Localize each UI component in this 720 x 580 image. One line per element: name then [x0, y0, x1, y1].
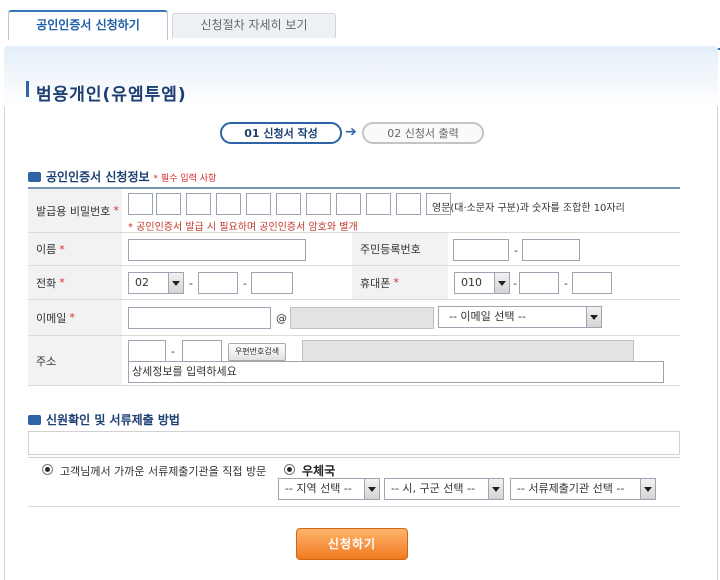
section-apply-info-heading: 공인인증서 신청정보 * 필수 입력 사항 — [28, 168, 216, 185]
chevron-down-icon — [488, 479, 503, 499]
email-id-input[interactable] — [128, 307, 271, 329]
step-write: 01 신청서 작성 — [220, 122, 342, 144]
required-note: * 필수 입력 사항 — [153, 174, 217, 184]
address-detail-input[interactable]: 상세정보를 입력하세요 — [128, 361, 664, 383]
email-domain-input[interactable] — [290, 307, 434, 329]
row-address: 주소 - 우편번호검색 상세정보를 입력하세요 — [28, 336, 680, 386]
row-password: 발급용 비밀번호 * 영문(대·소문자 구분)과 숫자를 조합한 10자리 * 공… — [28, 187, 680, 233]
row-submit-method: 고객님께서 가까운 서류제출기관을 직접 방문 우체국 -- 지역 선택 -- … — [28, 457, 680, 507]
option-visit-label: 고객님께서 가까운 서류제출기관을 직접 방문 — [60, 465, 267, 478]
password-char-3[interactable] — [186, 193, 211, 215]
phone-area-select[interactable]: 02 — [128, 272, 184, 294]
option-post-label: 우체국 — [302, 464, 336, 478]
step-print: 02 신청서 출력 — [362, 122, 484, 144]
tab-procedure[interactable]: 신청절차 자세히 보기 — [172, 13, 336, 38]
password-char-2[interactable] — [156, 193, 181, 215]
zip-search-button[interactable]: 우편번호검색 — [228, 343, 286, 361]
password-char-4[interactable] — [216, 193, 241, 215]
password-char-10[interactable] — [396, 193, 421, 215]
resident-no-label: 주민등록번호 — [352, 233, 448, 265]
agency-select[interactable]: -- 서류제출기관 선택 -- — [510, 478, 656, 500]
email-label: 이메일 * — [28, 300, 122, 335]
mobile-label: 휴대폰 * — [352, 266, 448, 299]
phone-middle-input[interactable] — [198, 272, 238, 294]
row-phone: 전화 * 02 - - 휴대폰 * 010 - - — [28, 266, 680, 300]
password-char-1[interactable] — [128, 193, 153, 215]
tab-bar: 공인인증서 신청하기 신청절차 자세히 보기 — [8, 10, 720, 50]
district-select[interactable]: -- 시, 구군 선택 -- — [384, 478, 504, 500]
tab-apply[interactable]: 공인인증서 신청하기 — [8, 10, 168, 40]
password-char-7[interactable] — [306, 193, 331, 215]
resident-no-front-input[interactable] — [453, 239, 509, 261]
dash: - — [514, 244, 518, 257]
phone-last-input[interactable] — [251, 272, 293, 294]
password-char-5[interactable] — [246, 193, 271, 215]
address-main-input[interactable] — [302, 340, 634, 362]
dash: - — [513, 277, 517, 290]
chevron-down-icon — [494, 273, 509, 293]
email-at-sign: @ — [276, 312, 287, 325]
password-warning: * 공인인증서 발급 시 필요하며 공인인증서 암호와 별개 — [128, 222, 358, 233]
mobile-prefix-select[interactable]: 010 — [454, 272, 510, 294]
dash: - — [564, 277, 568, 290]
radio-post-office[interactable] — [284, 464, 295, 475]
verification-info-box — [28, 431, 680, 455]
name-label: 이름 * — [28, 233, 122, 265]
arrow-right-icon: ➔ — [345, 124, 357, 140]
zip-last-input[interactable] — [182, 340, 222, 362]
zip-first-input[interactable] — [128, 340, 166, 362]
password-char-9[interactable] — [366, 193, 391, 215]
chevron-down-icon — [640, 479, 655, 499]
chevron-down-icon — [364, 479, 379, 499]
page-title: 범용개인(유엠투엠) — [36, 85, 187, 105]
resident-no-back-input[interactable] — [522, 239, 580, 261]
mobile-middle-input[interactable] — [519, 272, 559, 294]
dash: - — [243, 277, 247, 290]
row-email: 이메일 * @ -- 이메일 선택 -- — [28, 300, 680, 336]
section-icon — [28, 415, 41, 425]
mobile-last-input[interactable] — [572, 272, 612, 294]
password-char-6[interactable] — [276, 193, 301, 215]
name-input[interactable] — [128, 239, 306, 261]
submit-button[interactable]: 신청하기 — [296, 528, 408, 560]
phone-label: 전화 * — [28, 266, 122, 299]
dash: - — [189, 277, 193, 290]
password-hint: 영문(대·소문자 구분)과 숫자를 조합한 10자리 — [432, 203, 625, 214]
radio-visit[interactable] — [42, 464, 53, 475]
chevron-down-icon — [586, 307, 601, 327]
row-name: 이름 * 주민등록번호 - — [28, 233, 680, 266]
section-verification-heading: 신원확인 및 서류제출 방법 — [28, 411, 180, 428]
region-select[interactable]: -- 지역 선택 -- — [278, 478, 380, 500]
chevron-down-icon — [168, 273, 183, 293]
address-label: 주소 — [28, 336, 122, 385]
section-icon — [28, 172, 41, 182]
password-label: 발급용 비밀번호 * — [28, 189, 122, 232]
dash: - — [171, 345, 175, 358]
password-char-8[interactable] — [336, 193, 361, 215]
email-domain-select[interactable]: -- 이메일 선택 -- — [438, 306, 602, 328]
